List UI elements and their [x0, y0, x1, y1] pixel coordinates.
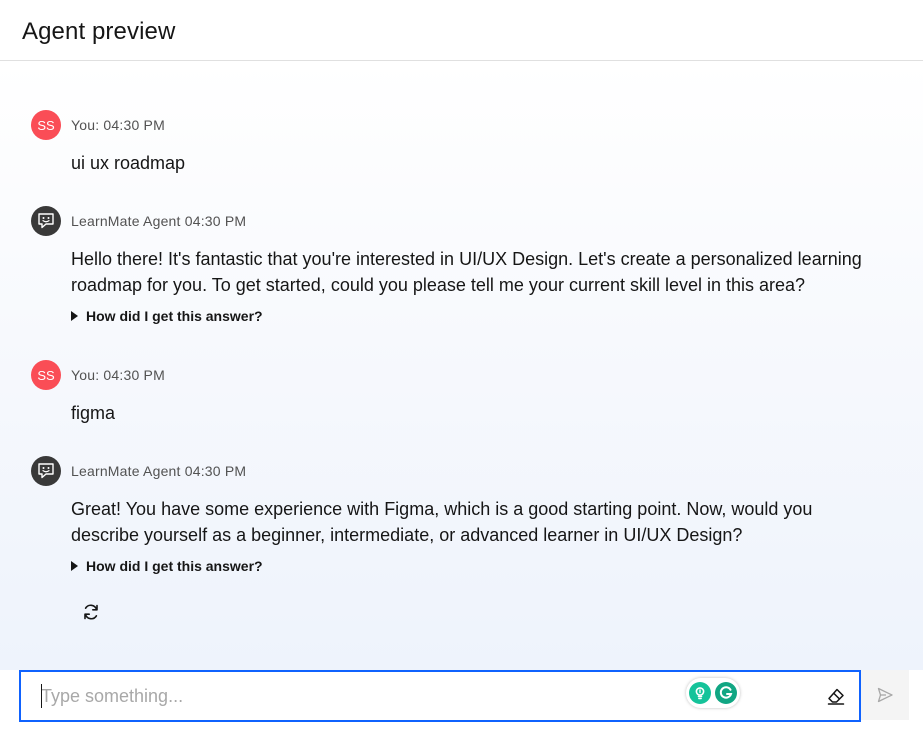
message-user: SS You: 04:30 PM figma — [31, 360, 891, 426]
regenerate-button[interactable] — [78, 599, 104, 625]
message-agent: LearnMate Agent 04:30 PM Great! You have… — [31, 456, 891, 574]
page-title: Agent preview — [22, 18, 176, 45]
explain-answer-toggle[interactable]: How did I get this answer? — [71, 558, 891, 574]
text-caret — [41, 684, 42, 708]
message-composer — [19, 670, 861, 722]
extension-badges[interactable] — [686, 678, 740, 708]
message-input[interactable] — [41, 682, 681, 710]
message-meta: You: 04:30 PM — [71, 117, 165, 133]
message-agent: LearnMate Agent 04:30 PM Hello there! It… — [31, 206, 891, 324]
send-icon — [877, 687, 893, 703]
message-user: SS You: 04:30 PM ui ux roadmap — [31, 110, 891, 176]
refresh-icon — [84, 604, 98, 620]
message-meta: LearnMate Agent 04:30 PM — [71, 213, 247, 229]
explain-answer-label: How did I get this answer? — [86, 308, 263, 324]
explain-answer-label: How did I get this answer? — [86, 558, 263, 574]
message-text: figma — [71, 403, 116, 423]
user-avatar: SS — [31, 360, 61, 390]
clear-input-button[interactable] — [825, 685, 847, 707]
message-meta: LearnMate Agent 04:30 PM — [71, 463, 247, 479]
caret-right-icon — [71, 311, 78, 321]
panel-header: Agent preview — [0, 0, 923, 61]
chat-bot-icon — [31, 456, 61, 486]
message-text: ui ux roadmap — [71, 153, 186, 173]
lightbulb-icon[interactable] — [689, 682, 712, 704]
chat-transcript[interactable]: SS You: 04:30 PM ui ux roadmap LearnMate… — [0, 62, 923, 670]
message-text: Hello there! It's fantastic that you're … — [71, 249, 862, 295]
grammarly-icon[interactable] — [714, 682, 737, 704]
chat-bot-icon — [31, 206, 61, 236]
explain-answer-toggle[interactable]: How did I get this answer? — [71, 308, 891, 324]
eraser-icon — [827, 688, 845, 705]
message-meta: You: 04:30 PM — [71, 367, 165, 383]
caret-right-icon — [71, 561, 78, 571]
send-button[interactable] — [861, 670, 909, 720]
message-text: Great! You have some experience with Fig… — [71, 499, 813, 545]
user-avatar: SS — [31, 110, 61, 140]
